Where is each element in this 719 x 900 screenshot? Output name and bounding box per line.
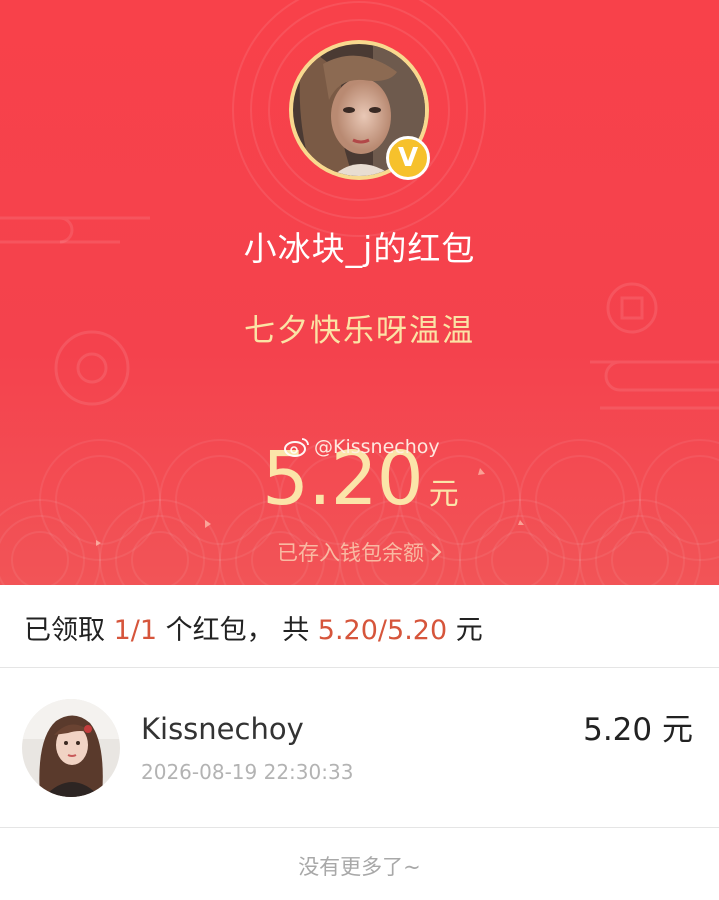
watermark-text: @Kissnechoy — [314, 436, 440, 458]
summary-total: 5.20/5.20 — [317, 615, 448, 646]
red-packet-header: V 小冰块_j的红包 七夕快乐呀温温 5.20 元 @Kissnechoy 已存… — [0, 0, 719, 585]
divider — [0, 827, 719, 828]
summary-suffix: 元 — [447, 615, 483, 646]
summary-prefix: 已领取 — [24, 615, 114, 646]
watermark: @Kissnechoy — [284, 436, 440, 458]
wallet-balance-link[interactable]: 已存入钱包余额 — [0, 537, 719, 567]
recipient-name: Kissnechoy — [141, 712, 304, 746]
no-more-footer: 没有更多了~ — [298, 855, 421, 879]
recipient-avatar-image — [22, 699, 120, 797]
greeting-message: 七夕快乐呀温温 — [244, 313, 475, 349]
claim-summary: 已领取 1/1 个红包， 共 5.20/5.20 元 — [24, 608, 483, 647]
verified-v-icon: V — [386, 136, 430, 180]
divider — [0, 667, 719, 668]
summary-middle: 个红包， 共 — [157, 615, 318, 646]
claim-amount: 5.20 元 — [583, 712, 693, 748]
sender-title: 小冰块_j的红包 — [243, 229, 476, 268]
chevron-right-icon — [431, 543, 442, 561]
claim-timestamp: 2026-08-19 22:30:33 — [141, 760, 354, 784]
avatar[interactable] — [22, 699, 120, 797]
amount-unit: 元 — [428, 477, 459, 512]
weibo-icon — [284, 438, 309, 457]
summary-count: 1/1 — [113, 615, 158, 646]
wallet-link-label: 已存入钱包余额 — [277, 541, 424, 565]
